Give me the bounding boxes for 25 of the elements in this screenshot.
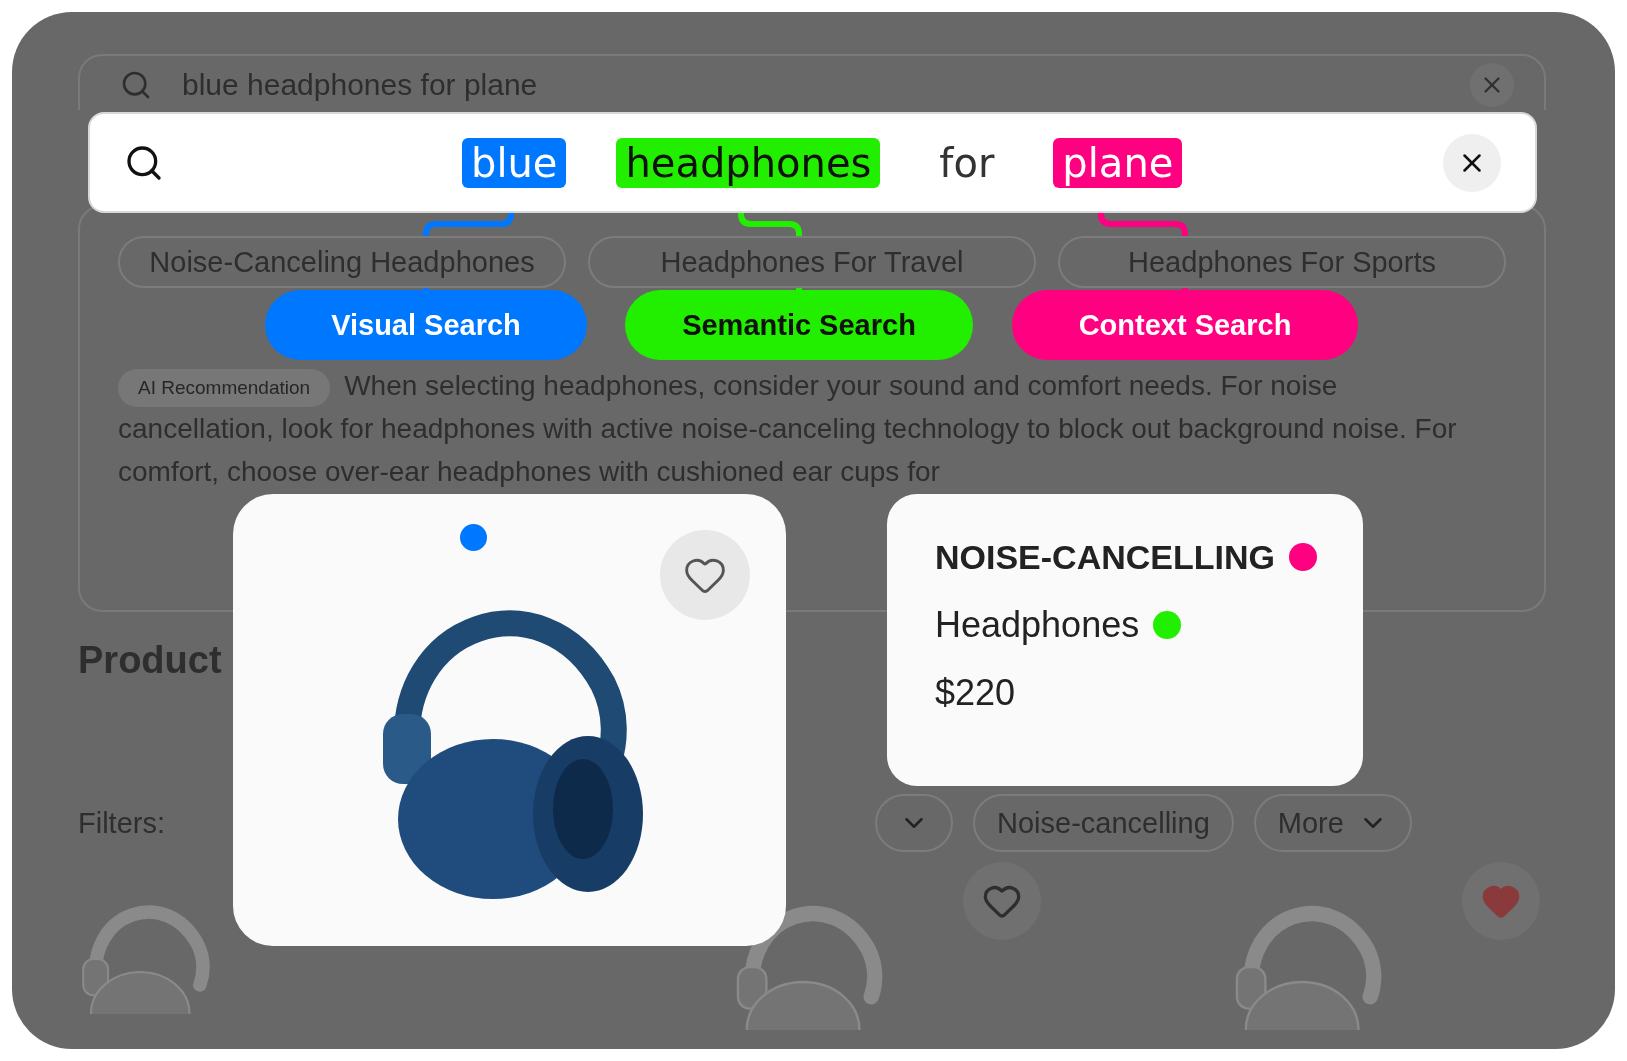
query-token-highlight: blue — [462, 137, 567, 188]
filters-label: Filters: — [78, 806, 165, 840]
query-token-highlight: plane — [1053, 137, 1183, 188]
search-text: blue headphones for plane — [182, 67, 538, 103]
suggestion-chip[interactable]: Headphones For Travel — [588, 236, 1036, 288]
product-attribute-text: NOISE-CANCELLING — [935, 537, 1275, 578]
suggestion-chip[interactable]: Noise-Canceling Headphones — [118, 236, 566, 288]
ai-recommendation-badge: AI Recommendation — [118, 368, 331, 407]
search-icon — [120, 69, 152, 101]
product-attribute-text: Headphones — [935, 603, 1140, 647]
search-bar[interactable]: blue headphones for plane — [78, 54, 1546, 110]
search-bar[interactable]: blue headphones for plane — [88, 112, 1537, 213]
filter-chip[interactable]: More — [1253, 794, 1412, 852]
search-mode-button[interactable]: Visual Search — [265, 290, 587, 360]
search-mode-button[interactable]: Semantic Search — [625, 290, 973, 360]
search-mode-button[interactable]: Context Search — [1012, 290, 1358, 360]
suggestion-chip[interactable]: Headphones For Sports — [1058, 236, 1506, 288]
filter-chip[interactable]: Noise-cancelling — [973, 794, 1234, 852]
price-text: $220 — [935, 671, 1016, 715]
query-token-highlight: headphones — [616, 137, 881, 188]
query-word: for — [938, 138, 996, 188]
section-title: Product — [78, 638, 222, 683]
tag-dot — [1153, 611, 1182, 639]
recommendation-text: AI Recommendation When selecting headphones, consider your sound and comfort needs. For noise cancellation, look for headphones with active noise-canceling technology to block out background noise. For comfort, choose over-ear headphones with cushioned ear cups for — [118, 367, 1458, 489]
tag-dot — [1289, 543, 1317, 571]
